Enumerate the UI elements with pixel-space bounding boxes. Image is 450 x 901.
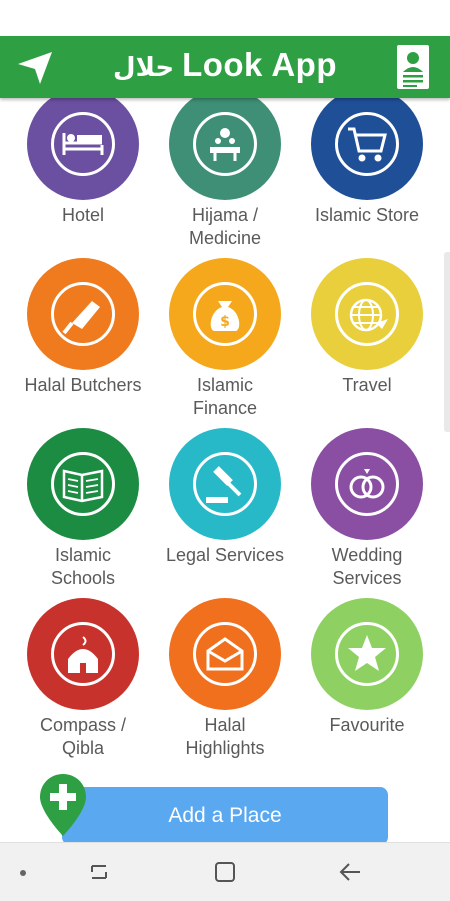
category-circle[interactable]: [27, 258, 139, 370]
cart-icon: [348, 127, 387, 162]
book-icon: [62, 469, 104, 503]
category-label: Hijama / Medicine: [188, 205, 262, 248]
category-tile[interactable]: Wedding Services: [292, 428, 442, 590]
system-nav-bar: [0, 842, 450, 901]
category-circle[interactable]: [311, 98, 423, 200]
rings-icon: [349, 469, 385, 499]
back-icon[interactable]: [338, 859, 364, 885]
category-label: Wedding Services: [331, 545, 403, 588]
cleaver-icon: [62, 301, 100, 335]
category-circle[interactable]: [311, 598, 423, 710]
category-tile[interactable]: Hotel: [8, 98, 158, 227]
category-label: Hotel: [61, 205, 105, 225]
category-label: Halal Butchers: [24, 375, 142, 395]
category-label: Travel: [342, 375, 392, 395]
category-tile[interactable]: Halal Butchers: [8, 258, 158, 397]
recent-apps-icon[interactable]: [86, 859, 112, 885]
home-icon[interactable]: [212, 859, 238, 885]
scrollbar[interactable]: [444, 252, 450, 432]
category-tile[interactable]: Legal Services: [150, 428, 300, 567]
app-title-arabic: حلال: [113, 53, 175, 83]
mosque-icon: [68, 636, 98, 673]
category-circle[interactable]: [27, 428, 139, 540]
category-label: Favourite: [329, 715, 405, 735]
category-circle[interactable]: [169, 98, 281, 200]
bed-icon: [62, 133, 104, 155]
globe-plane-icon: [349, 298, 388, 332]
category-circle[interactable]: [27, 598, 139, 710]
app-title: حلال Look App: [0, 46, 450, 84]
app-title-text: Look App: [182, 46, 337, 83]
money-bag-icon: $: [210, 301, 240, 331]
category-tile[interactable]: Travel: [292, 258, 442, 397]
category-tile[interactable]: $ Islamic Finance: [150, 258, 300, 420]
id-card-icon[interactable]: [396, 44, 430, 90]
category-list: Hotel Hijama / Medicine Islamic Store Halal…: [0, 98, 450, 842]
svg-text:$: $: [220, 314, 230, 330]
category-circle[interactable]: [311, 428, 423, 540]
star-icon: [348, 635, 386, 671]
category-circle[interactable]: [169, 598, 281, 710]
category-tile[interactable]: Hijama / Medicine: [150, 98, 300, 250]
category-tile[interactable]: Favourite: [292, 598, 442, 737]
nav-dot: [20, 870, 26, 876]
status-bar: [0, 0, 450, 36]
category-label: Legal Services: [165, 545, 285, 565]
category-tile[interactable]: Islamic Store: [292, 98, 442, 227]
category-label: Compass / Qibla: [39, 715, 127, 758]
app-bar: حلال Look App: [0, 36, 450, 98]
category-label: Islamic Schools: [50, 545, 116, 588]
category-label: Halal Highlights: [185, 715, 265, 758]
category-circle[interactable]: [27, 98, 139, 200]
category-tile[interactable]: Compass / Qibla: [8, 598, 158, 760]
add-place-button[interactable]: Add a Place: [62, 787, 388, 845]
add-pin-icon[interactable]: [38, 772, 88, 838]
envelope-icon: [206, 637, 244, 671]
category-tile[interactable]: Islamic Schools: [8, 428, 158, 590]
category-label: Islamic Finance: [192, 375, 258, 418]
category-tile[interactable]: Halal Highlights: [150, 598, 300, 760]
category-label: Islamic Store: [314, 205, 420, 225]
category-circle[interactable]: $: [169, 258, 281, 370]
category-circle[interactable]: [169, 428, 281, 540]
category-circle[interactable]: [311, 258, 423, 370]
hijama-icon: [210, 128, 240, 161]
gavel-icon: [206, 466, 242, 503]
